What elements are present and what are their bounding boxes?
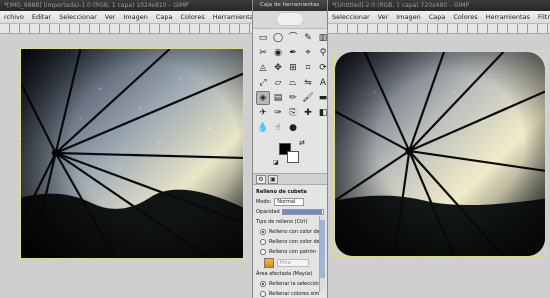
smudge-icon[interactable]: ☝ <box>271 121 285 135</box>
fill-type-option-label: Relleno con color de <box>269 229 320 235</box>
fill-type-option[interactable]: Relleno con color de <box>256 237 324 247</box>
menu-imagen[interactable]: Imagen <box>119 11 151 23</box>
affected-area-option-label: Rellenar la selección <box>269 281 321 287</box>
menu-seleccionar[interactable]: Seleccionar <box>328 11 374 23</box>
foreground-select-icon[interactable]: ◉ <box>271 46 285 60</box>
mode-label: Modo: <box>256 199 272 205</box>
menu-seleccionar[interactable]: Seleccionar <box>55 11 101 23</box>
opacity-label: Opacidad <box>256 209 280 215</box>
ink-icon[interactable]: ✑ <box>271 106 285 120</box>
ellipse-select-icon[interactable]: ◯ <box>271 31 285 45</box>
radio-button[interactable] <box>260 229 266 235</box>
menu-filtros[interactable]: Filtros <box>534 11 550 23</box>
menubar: rchivo Editar Seleccionar Ver Imagen Capa Colo… <box>0 11 252 24</box>
image-window-right: *[Untitled]-2.0 (RGB, 1 capa) 720x480 – … <box>328 0 550 298</box>
device-status-tab[interactable]: ▣ <box>268 175 278 184</box>
text-icon[interactable]: A <box>316 76 327 90</box>
reset-colors-icon[interactable]: ◪ <box>273 159 279 166</box>
menu-colores[interactable]: Colores <box>177 11 209 23</box>
color-picker-icon[interactable]: ⌖ <box>301 46 315 60</box>
affected-area-label: Área afectada (Mayús) <box>256 271 313 277</box>
eraser-icon[interactable]: ▬ <box>316 91 327 105</box>
menu-ver[interactable]: Ver <box>101 11 120 23</box>
radio-button[interactable] <box>260 281 266 287</box>
opacity-slider[interactable] <box>281 209 324 215</box>
measure-icon[interactable]: ◬ <box>256 61 270 75</box>
menu-rchivo[interactable]: rchivo <box>0 11 28 23</box>
rect-select-icon[interactable]: ▭ <box>256 31 270 45</box>
radio-button[interactable] <box>260 249 266 255</box>
scale-icon[interactable]: ⤢ <box>256 76 270 90</box>
horizontal-ruler[interactable] <box>328 24 550 34</box>
radio-button[interactable] <box>260 239 266 245</box>
scissors-icon[interactable]: ✂ <box>256 46 270 60</box>
tool-grid: ▭ ◯ ⌒ ✎ ▥ ✂ ◉ ✒ ⌖ ⚲ ◬ ✥ ⊞ ⌗ ⟳ ⤢ ▱ ⏢ ⇋ A ◈ ▤ ✏ 🖌 ▬ ✈ ✑ ⎘ ✚ ◧ 💧 ☝ ● <box>253 29 327 137</box>
color-area: ⇄ ◪ <box>253 139 327 173</box>
photo-image <box>21 49 243 258</box>
tool-options: Relleno de cubeta Modo: Normal Opacidad … <box>253 185 327 298</box>
fill-type-option[interactable]: Relleno con color de <box>256 227 324 237</box>
menu-ver[interactable]: Ver <box>374 11 393 23</box>
paintbrush-icon[interactable]: 🖌 <box>301 91 315 105</box>
toolbox: Caja de herramientas ▭ ◯ ⌒ ✎ ▥ ✂ ◉ ✒ ⌖ ⚲ ◬ ✥ ⊞ ⌗ ⟳ ⤢ ▱ ⏢ ⇋… <box>252 0 328 298</box>
perspective-clone-icon[interactable]: ◧ <box>316 106 327 120</box>
paths-icon[interactable]: ✒ <box>286 46 300 60</box>
fill-type-label: Tipo de relleno (Ctrl) <box>256 219 308 225</box>
window-title: *[Untitled]-2.0 (RGB, 1 capa) 720x480 – … <box>328 0 550 11</box>
toolbox-title: Caja de herramientas <box>253 0 327 11</box>
umbrella-photo-rounded[interactable] <box>334 51 546 257</box>
shear-icon[interactable]: ▱ <box>271 76 285 90</box>
menu-herramientas[interactable]: Herramientas <box>482 11 534 23</box>
horizontal-ruler[interactable] <box>0 24 252 34</box>
zoom-icon[interactable]: ⚲ <box>316 46 327 60</box>
menu-capa[interactable]: Capa <box>425 11 450 23</box>
dodge-burn-icon[interactable]: ● <box>286 121 300 135</box>
color-select-icon[interactable]: ▥ <box>316 31 327 45</box>
align-icon[interactable]: ⊞ <box>286 61 300 75</box>
options-scrollbar[interactable] <box>319 216 325 292</box>
heal-icon[interactable]: ✚ <box>301 106 315 120</box>
mode-select[interactable]: Normal <box>274 198 305 206</box>
pattern-swatch[interactable] <box>264 258 274 268</box>
affected-area-option[interactable]: Rellenar la selección <box>256 279 324 289</box>
affected-area-option-label: Rellenar colores sim <box>269 291 320 297</box>
airbrush-icon[interactable]: ✈ <box>256 106 270 120</box>
pencil-icon[interactable]: ✏ <box>286 91 300 105</box>
fuzzy-select-icon[interactable]: ✎ <box>301 31 315 45</box>
menu-imagen[interactable]: Imagen <box>392 11 424 23</box>
umbrella-photo[interactable] <box>20 48 244 259</box>
affected-area-option[interactable]: Rellenar colores sim <box>256 289 324 298</box>
fill-type-option[interactable]: Relleno con patrón <box>256 247 324 257</box>
image-window-left: *[IMG_6888] (importada)-1.0 (RGB, 1 capa… <box>0 0 252 298</box>
photo-image <box>335 52 545 256</box>
move-icon[interactable]: ✥ <box>271 61 285 75</box>
radio-button[interactable] <box>260 291 266 297</box>
blend-icon[interactable]: ▤ <box>271 91 285 105</box>
blur-icon[interactable]: 💧 <box>256 121 270 135</box>
swap-colors-icon[interactable]: ⇄ <box>299 139 305 147</box>
menubar: Seleccionar Ver Imagen Capa Colores Herramien… <box>328 11 550 24</box>
rotate-icon[interactable]: ⟳ <box>316 61 327 75</box>
pattern-name-field[interactable]: Pine <box>277 259 309 267</box>
clone-icon[interactable]: ⎘ <box>286 106 300 120</box>
window-title: *[IMG_6888] (importada)-1.0 (RGB, 1 capa… <box>0 0 252 11</box>
menu-colores[interactable]: Colores <box>449 11 481 23</box>
scrollbar-thumb[interactable] <box>320 220 325 278</box>
fill-type-option-label: Relleno con patrón <box>269 249 316 255</box>
menu-capa[interactable]: Capa <box>152 11 177 23</box>
bucket-fill-icon[interactable]: ◈ <box>256 91 270 105</box>
wilber-drop-area[interactable] <box>253 11 327 29</box>
crop-icon[interactable]: ⌗ <box>301 61 315 75</box>
flip-icon[interactable]: ⇋ <box>301 76 315 90</box>
free-select-icon[interactable]: ⌒ <box>286 31 300 45</box>
menu-herramientas[interactable]: Herramientas <box>209 11 252 23</box>
menu-editar[interactable]: Editar <box>28 11 55 23</box>
options-tabs: ⚙ ▣ <box>253 173 327 185</box>
tool-options-tab[interactable]: ⚙ <box>256 175 266 184</box>
perspective-icon[interactable]: ⏢ <box>286 76 300 90</box>
background-color[interactable] <box>287 151 299 163</box>
tool-options-heading: Relleno de cubeta <box>256 189 307 195</box>
fill-type-option-label: Relleno con color de <box>269 239 320 245</box>
